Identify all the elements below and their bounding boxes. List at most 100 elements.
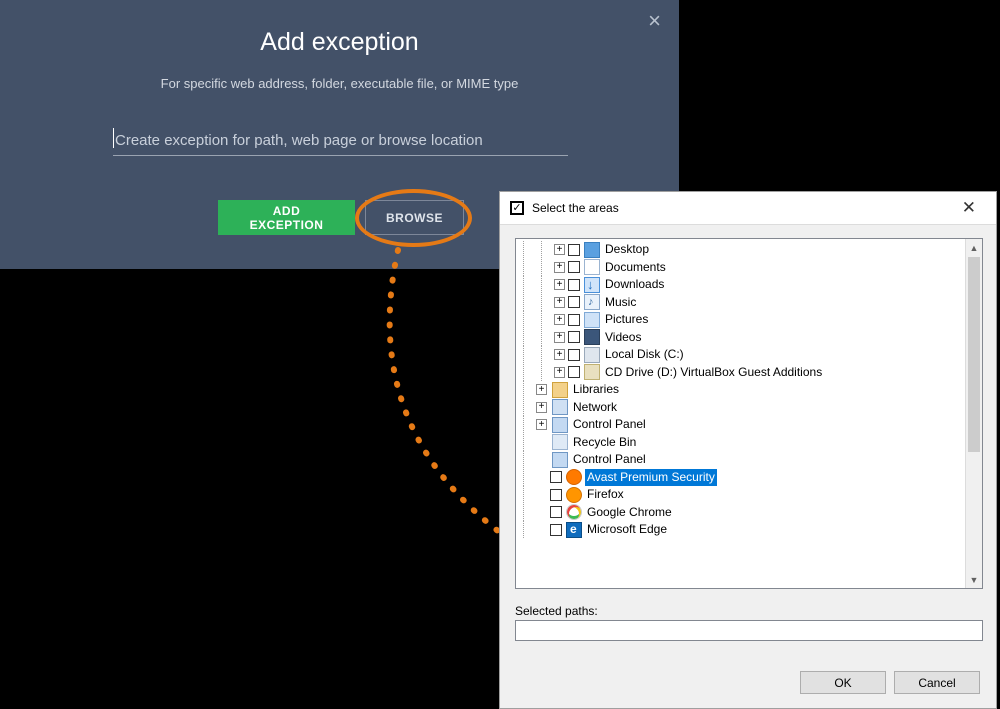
tree-item-label[interactable]: Videos xyxy=(603,329,643,347)
checkbox[interactable] xyxy=(568,366,580,378)
cd-icon xyxy=(584,364,600,380)
checkbox[interactable] xyxy=(568,349,580,361)
expander-icon[interactable]: + xyxy=(536,384,547,395)
selected-paths-input[interactable] xyxy=(515,620,983,641)
avast-icon xyxy=(566,469,582,485)
scrollbar[interactable]: ▲ ▼ xyxy=(965,239,982,588)
tree-item[interactable]: + Desktop xyxy=(518,241,824,259)
tree-item[interactable]: Microsoft Edge xyxy=(518,521,824,539)
tree-item-label[interactable]: Pictures xyxy=(603,311,650,329)
tree-guide xyxy=(523,381,534,398)
tree-item[interactable]: + Network xyxy=(518,399,824,417)
tree-item-label[interactable]: Local Disk (C:) xyxy=(603,346,686,364)
rec-icon xyxy=(552,434,568,450)
tree-item-label[interactable]: Network xyxy=(571,399,619,417)
tree-item[interactable]: Firefox xyxy=(518,486,824,504)
expander-icon[interactable]: + xyxy=(536,419,547,430)
checkbox[interactable] xyxy=(568,314,580,326)
browse-dialog: Select the areas ✕ +Desktop+Documents+Do… xyxy=(499,191,997,709)
checkbox[interactable] xyxy=(550,489,562,501)
music-icon xyxy=(584,294,600,310)
add-exception-button[interactable]: ADD EXCEPTION xyxy=(218,200,355,235)
expander-icon[interactable]: + xyxy=(554,297,565,308)
checkbox[interactable] xyxy=(568,244,580,256)
cancel-button[interactable]: Cancel xyxy=(894,671,980,694)
expander-icon[interactable]: + xyxy=(554,332,565,343)
folder-tree: + Desktop + Documents + Downloads + Music + Pictu… xyxy=(518,241,824,539)
tree-item[interactable]: + Downloads xyxy=(518,276,824,294)
tree-guide xyxy=(523,469,534,486)
expander-icon[interactable]: + xyxy=(554,244,565,255)
tree-guide xyxy=(523,329,534,346)
tree-item[interactable]: + Local Disk (C:) xyxy=(518,346,824,364)
doc-icon xyxy=(584,259,600,275)
tree-item[interactable]: + Videos xyxy=(518,329,824,347)
tree-guide xyxy=(523,486,534,503)
tree-item-label[interactable]: Avast Premium Security xyxy=(585,469,717,487)
modal-subtitle: For specific web address, folder, execut… xyxy=(0,76,679,91)
tree-guide xyxy=(523,346,534,363)
tree-item-label[interactable]: Control Panel xyxy=(571,416,648,434)
checkbox-icon xyxy=(510,201,524,215)
tree-item[interactable]: + CD Drive (D:) VirtualBox Guest Addition… xyxy=(518,364,824,382)
checkbox[interactable] xyxy=(568,296,580,308)
tree-item[interactable]: + Documents xyxy=(518,259,824,277)
tree-item[interactable]: + Control Panel xyxy=(518,416,824,434)
tree-guide xyxy=(523,294,534,311)
tree-item-label[interactable]: Microsoft Edge xyxy=(585,521,669,539)
tree-guide xyxy=(523,521,534,538)
checkbox[interactable] xyxy=(568,261,580,273)
tree-guide xyxy=(541,346,552,363)
expander-icon[interactable]: + xyxy=(554,279,565,290)
tree-guide xyxy=(541,294,552,311)
button-row: ADD EXCEPTION BROWSE xyxy=(218,200,464,235)
tree-item-label[interactable]: Recycle Bin xyxy=(571,434,638,452)
tree-guide xyxy=(523,311,534,328)
checkbox[interactable] xyxy=(550,524,562,536)
tree-item-label[interactable]: Music xyxy=(603,294,638,312)
expander-icon[interactable]: + xyxy=(554,349,565,360)
tree-item[interactable]: + Pictures xyxy=(518,311,824,329)
scrollbar-thumb[interactable] xyxy=(968,257,980,452)
checkbox[interactable] xyxy=(550,506,562,518)
expander-icon[interactable]: + xyxy=(536,402,547,413)
tree-item-label[interactable]: Documents xyxy=(603,259,668,277)
tree-guide xyxy=(523,259,534,276)
tree-item-label[interactable]: Firefox xyxy=(585,486,626,504)
checkbox[interactable] xyxy=(568,279,580,291)
checkbox[interactable] xyxy=(568,331,580,343)
tree-guide xyxy=(523,364,534,381)
tree-guide xyxy=(523,504,534,521)
close-icon[interactable]: ✕ xyxy=(950,196,988,220)
browse-button[interactable]: BROWSE xyxy=(365,200,464,235)
tree-item-label[interactable]: Desktop xyxy=(603,241,651,259)
scroll-down-icon[interactable]: ▼ xyxy=(966,571,982,588)
tree-item-label[interactable]: CD Drive (D:) VirtualBox Guest Additions xyxy=(603,364,824,382)
tree-guide xyxy=(523,451,534,468)
tree-guide xyxy=(523,241,534,258)
dialog-button-row: OK Cancel xyxy=(800,671,980,694)
tree-item[interactable]: + Music xyxy=(518,294,824,312)
disk-icon xyxy=(584,347,600,363)
tree-container: + Desktop + Documents + Downloads + Music + Pictu… xyxy=(515,238,983,589)
tree-item[interactable]: Avast Premium Security xyxy=(518,469,824,487)
tree-item-label[interactable]: Control Panel xyxy=(571,451,648,469)
tree-guide xyxy=(541,241,552,258)
tree-item-label[interactable]: Google Chrome xyxy=(585,504,674,522)
tree-item[interactable]: Google Chrome xyxy=(518,504,824,522)
tree-scroll-area[interactable]: + Desktop + Documents + Downloads + Music + Pictu… xyxy=(516,239,965,588)
tree-item-label[interactable]: Downloads xyxy=(603,276,666,294)
tree-item[interactable]: + Libraries xyxy=(518,381,824,399)
checkbox[interactable] xyxy=(550,471,562,483)
scroll-up-icon[interactable]: ▲ xyxy=(966,239,982,256)
exception-path-input[interactable] xyxy=(113,126,568,156)
down-icon xyxy=(584,277,600,293)
expander-icon[interactable]: + xyxy=(554,367,565,378)
expander-icon[interactable]: + xyxy=(554,314,565,325)
tree-guide xyxy=(523,416,534,433)
ok-button[interactable]: OK xyxy=(800,671,886,694)
expander-icon[interactable]: + xyxy=(554,262,565,273)
tree-item[interactable]: Control Panel xyxy=(518,451,824,469)
tree-item-label[interactable]: Libraries xyxy=(571,381,621,399)
tree-item[interactable]: Recycle Bin xyxy=(518,434,824,452)
